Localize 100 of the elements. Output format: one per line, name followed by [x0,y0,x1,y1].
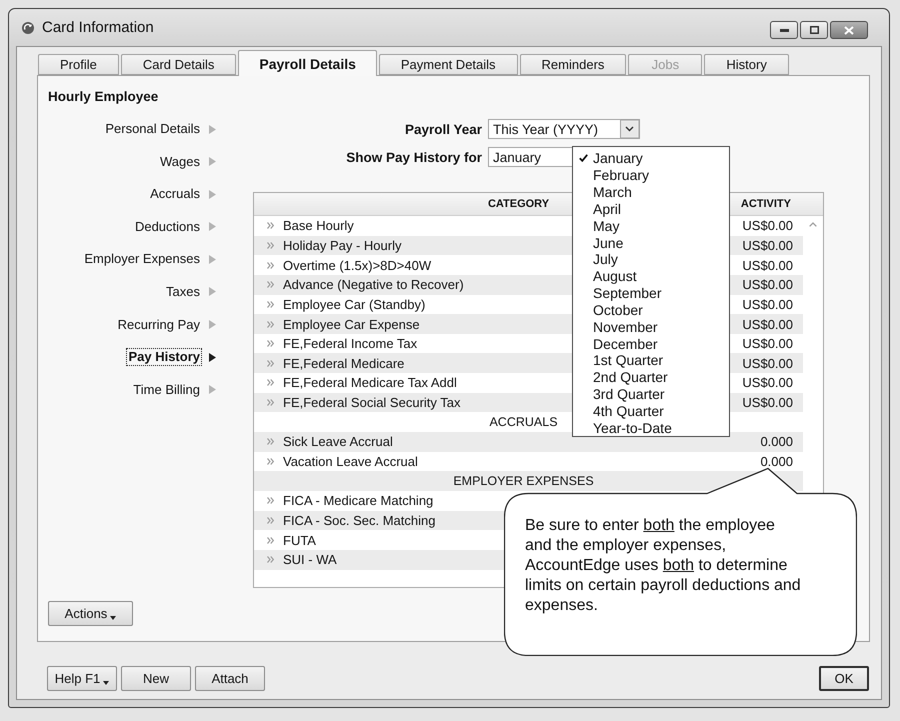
table-cell: Overtime (1.5x)>8D>40W [283,258,432,273]
tab[interactable]: Reminders [520,54,626,75]
table-cell: Employee Car (Standby) [283,296,426,312]
triangle-right-icon [209,124,216,134]
table-cell: Holiday Pay - Hourly [283,238,402,253]
sidebar-item[interactable]: Personal Details [103,120,216,138]
table-cell: US$0.00 [742,218,793,234]
close-icon [844,26,854,34]
sidebar-item[interactable]: Deductions [132,218,216,236]
sidebar-item[interactable]: Taxes [164,282,216,301]
tab[interactable]: Payroll Details [238,50,377,76]
window-title: Card Information [42,19,154,36]
table-cell: US$0.00 [742,258,793,273]
table-cell: FE,Federal Medicare [283,356,404,371]
table-cell: FICA - Medicare Matching [283,493,434,508]
table-cell: US$0.00 [742,336,793,352]
double-chevron-icon [267,438,274,446]
dropdown-option[interactable]: 2nd Quarter [573,368,729,386]
double-chevron-icon [267,300,274,308]
table-cell: US$0.00 [742,296,793,312]
dropdown-option[interactable]: 3rd Quarter [573,386,729,402]
minimize-icon [780,28,788,32]
sidebar-item[interactable]: Recurring Pay [116,316,216,334]
double-chevron-icon [267,379,274,386]
double-chevron-icon [267,281,274,288]
dropdown-option[interactable]: July [573,250,729,268]
table-cell: FE,Federal Medicare Tax Addl [283,375,457,390]
table-cell: US$0.00 [742,356,793,371]
tab[interactable]: Profile [38,54,119,75]
tab[interactable]: Card Details [120,54,236,75]
dropdown-option[interactable]: 1st Quarter [573,352,729,369]
dropdown-field[interactable]: This Year (YYYY) [488,119,640,139]
table-cell: FUTA [283,532,316,548]
dropdown-option[interactable]: January [573,150,729,167]
dropdown-option[interactable]: Year-to-Date [573,419,729,436]
table-cell: US$0.00 [742,395,793,410]
dropdown-option[interactable]: March [573,184,729,200]
dropdown-option[interactable]: December [573,335,729,352]
double-chevron-icon [267,536,274,544]
sidebar-item[interactable]: Accruals [148,185,216,204]
column-header: ACTIVITY [740,198,791,210]
double-chevron-icon [267,458,274,465]
tab[interactable]: History [704,54,789,75]
table-cell: Advance (Negative to Recover) [283,277,464,292]
dropdown-option[interactable]: May [573,217,729,234]
table-cell: Sick Leave Accrual [283,434,393,450]
dropdown-option[interactable]: November [573,318,729,336]
table-cell: FICA - Soc. Sec. Matching [283,512,436,528]
dropdown-option[interactable]: August [573,268,729,285]
sidebar-item[interactable]: Time Billing [131,380,216,399]
dropdown-option[interactable]: September [573,284,729,302]
triangle-right-icon [209,222,216,232]
minimize-button[interactable] [770,21,798,39]
triangle-right-icon [209,352,216,362]
check-icon [579,154,588,162]
maximize-button[interactable] [800,21,828,39]
table-cell: FE,Federal Social Security Tax [283,395,460,410]
dropdown-option[interactable]: October [573,301,729,318]
dropdown-field[interactable]: January [488,147,574,167]
tab[interactable]: Payment Details [378,54,518,75]
table-cell: 0.000 [760,434,793,450]
field-label: Show Pay History for [346,150,482,164]
table-cell: US$0.00 [742,277,793,292]
scroll-up-icon[interactable] [809,222,817,227]
dropdown-option[interactable]: April [573,200,729,218]
footer-button[interactable]: Help F1 [47,666,117,691]
dropdown-option[interactable]: June [573,234,729,251]
section-heading: ACCRUALS [489,415,558,430]
table-cell: FE,Federal Income Tax [283,336,418,352]
dropdown-option[interactable]: 4th Quarter [573,402,729,420]
panel-heading: Hourly Employee [48,89,158,104]
double-chevron-icon [267,242,274,249]
footer-button[interactable]: OK [819,666,869,691]
footer-button[interactable]: Attach [195,666,265,691]
table-cell: Vacation Leave Accrual [283,454,418,469]
sidebar-item[interactable]: Employer Expenses [82,250,216,268]
triangle-right-icon [209,254,216,264]
footer-button[interactable]: New [121,666,191,691]
table-cell: 0.000 [760,454,793,469]
triangle-right-icon [209,385,216,394]
table-cell: US$0.00 [742,375,793,390]
double-chevron-icon [267,497,274,504]
column-header: CATEGORY [488,198,550,210]
actions-button[interactable]: Actions [48,601,133,626]
double-chevron-icon [267,320,274,328]
table-cell: Employee Car Expense [283,316,420,332]
double-chevron-icon [267,262,274,269]
double-chevron-icon [267,360,274,367]
double-chevron-icon [267,340,274,348]
callout-text: Be sure to enter both the employee and the employer expenses, AccountEdge uses both to determine limits on certain payroll deductions and expenses. [525,516,801,616]
close-button[interactable] [830,21,868,39]
triangle-right-icon [209,320,216,330]
triangle-right-icon [209,287,216,296]
sidebar-item[interactable]: Wages [158,152,216,171]
chevron-down-icon [620,120,639,138]
field-label: Payroll Year [404,122,482,136]
section-heading: EMPLOYER EXPENSES [453,474,594,488]
table-cell: US$0.00 [742,238,793,253]
table-cell: SUI - WA [283,552,337,568]
dropdown-option[interactable]: February [573,166,729,184]
